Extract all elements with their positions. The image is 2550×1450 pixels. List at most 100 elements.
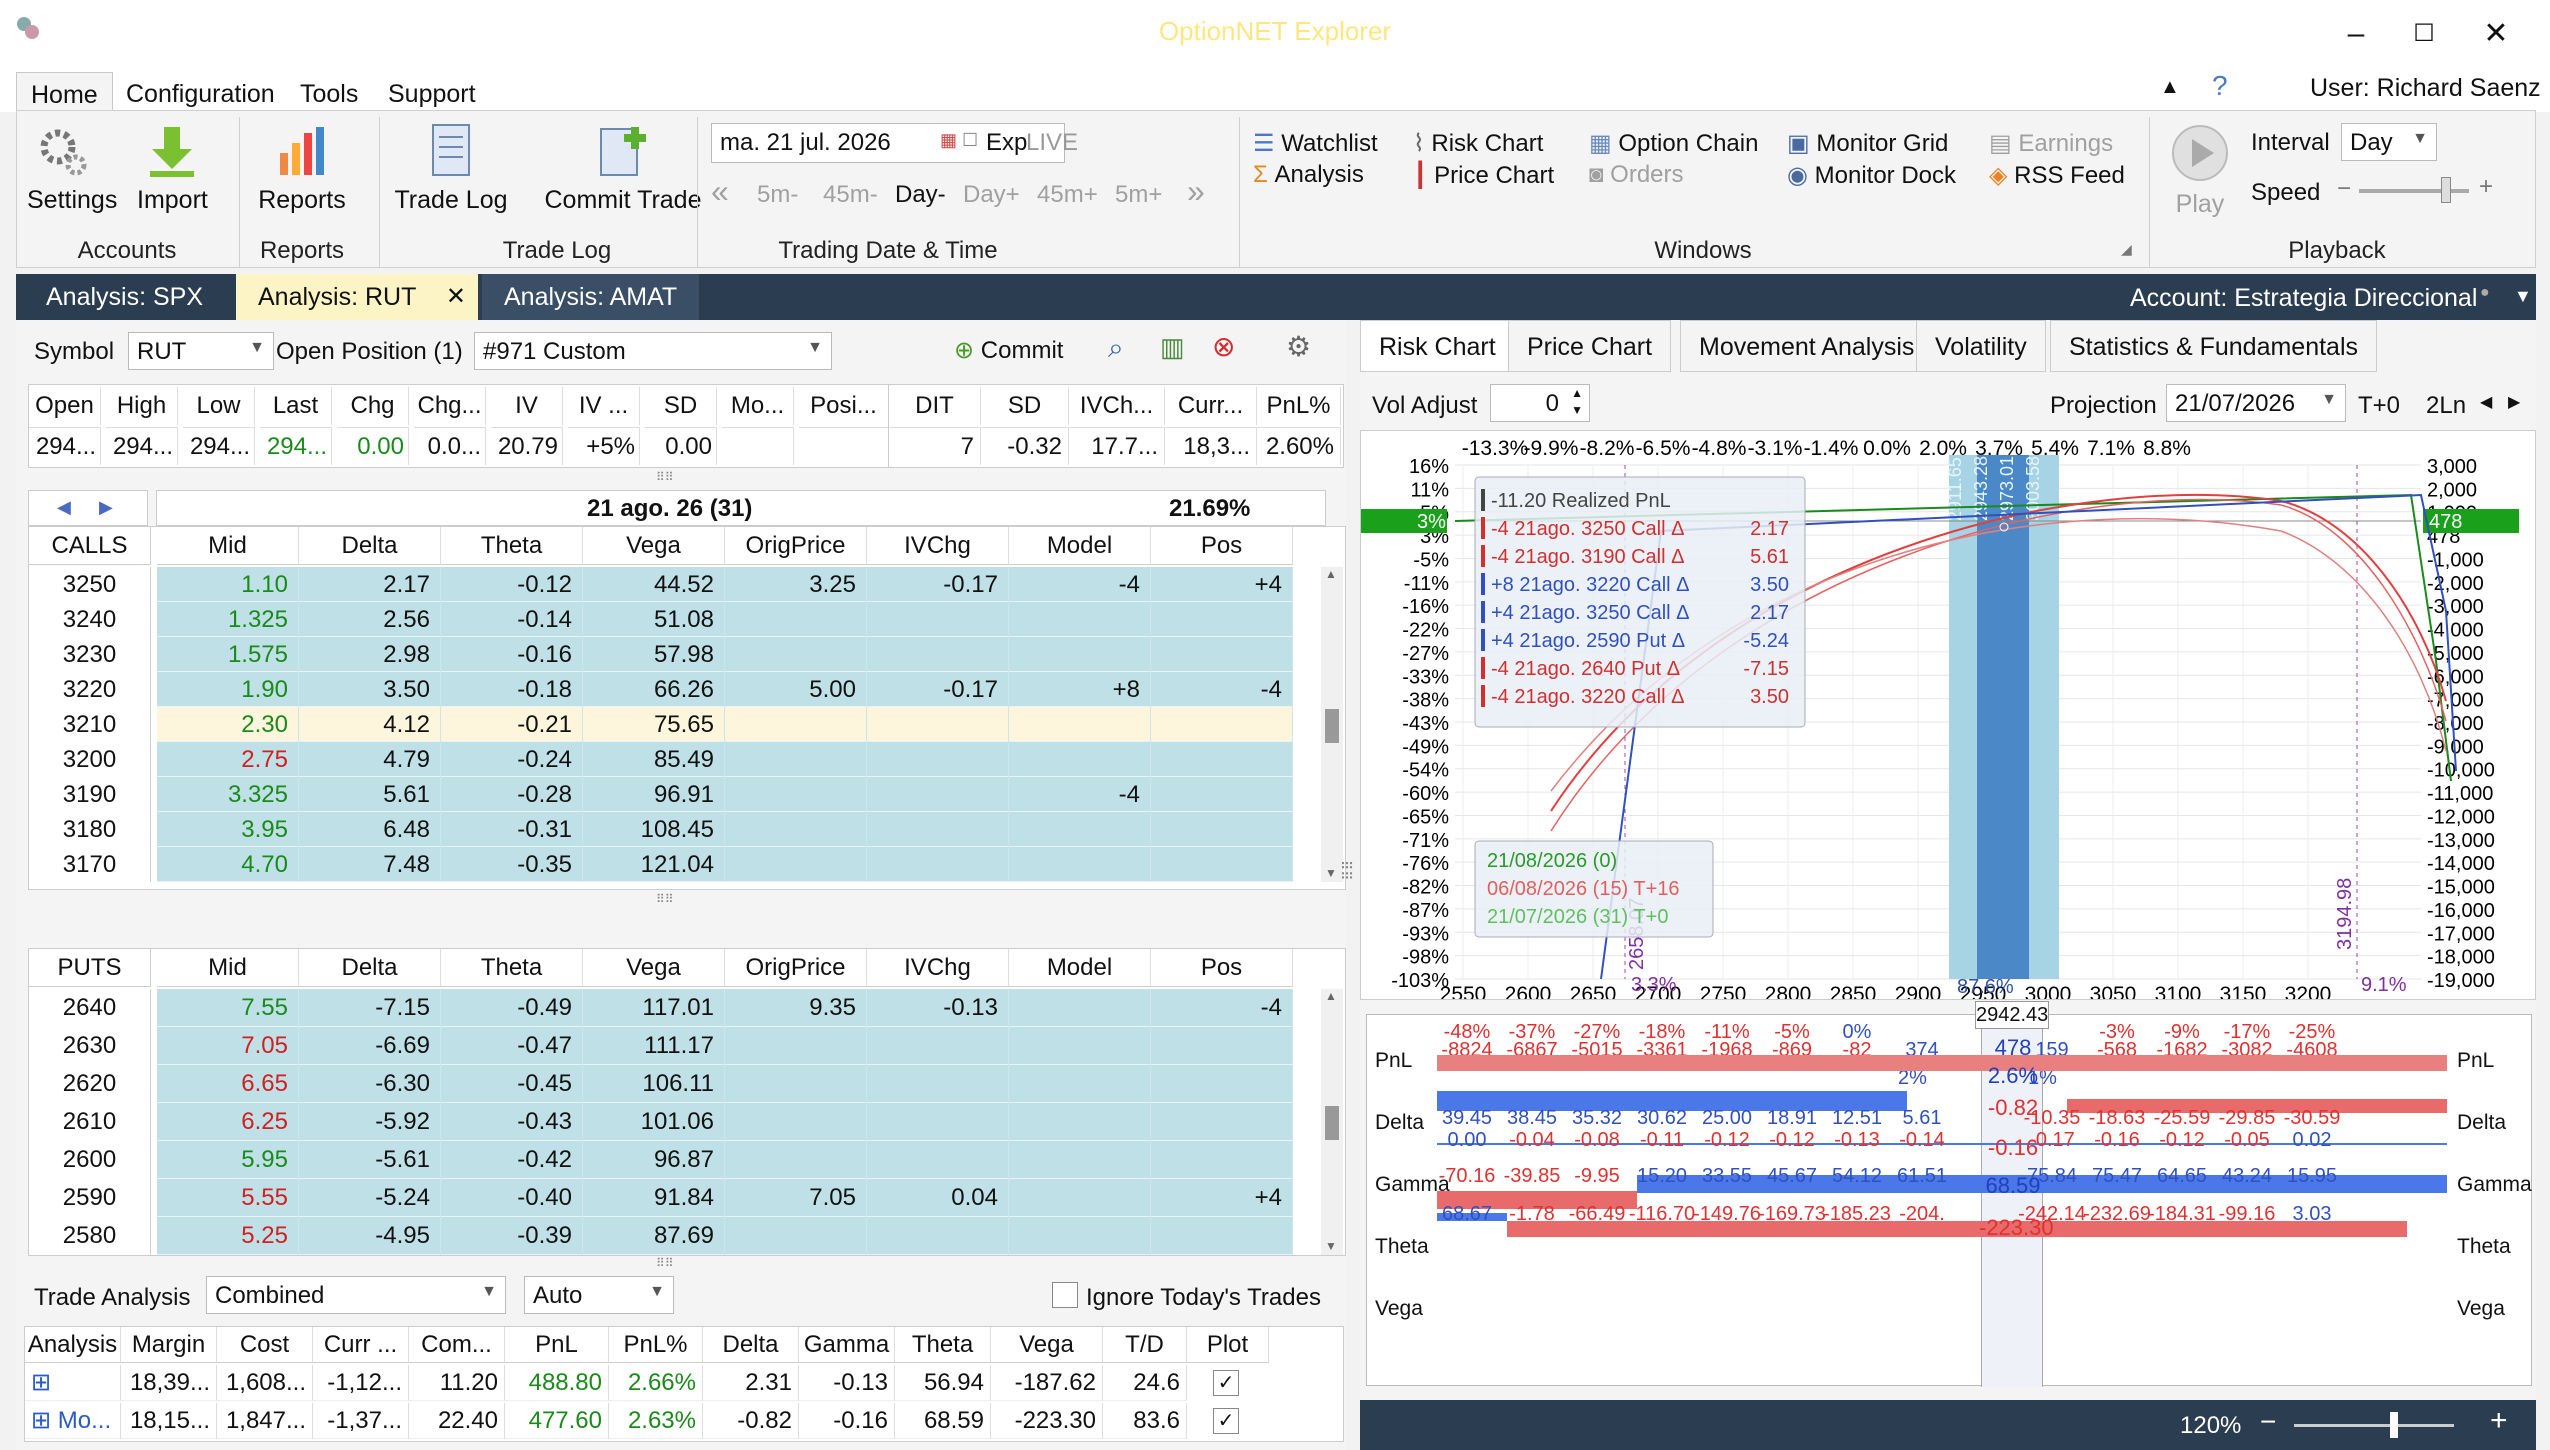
tab-statistics-fundamentals[interactable]: Statistics & Fundamentals xyxy=(2050,320,2378,372)
menu-home[interactable]: Home xyxy=(16,72,113,112)
monitor-dock-button[interactable]: ◉ Monitor Dock xyxy=(1787,161,1956,190)
risk-chart-button[interactable]: ⌇ Risk Chart xyxy=(1413,129,1543,158)
step-5m-plus[interactable]: 5m+ xyxy=(1115,181,1162,209)
table-row[interactable]: 1.90 3.50 -0.18 66.26 5.00 -0.17 +8 -4 xyxy=(157,672,1293,707)
vertical-splitter[interactable]: ⠿⠿ xyxy=(1338,860,1354,881)
plot-checkbox[interactable]: ✓ xyxy=(1213,1408,1239,1434)
step-day-plus[interactable]: Day+ xyxy=(963,181,1020,209)
scrollbar-thumb[interactable] xyxy=(1325,708,1339,743)
step-45m-minus[interactable]: 45m- xyxy=(823,181,878,209)
tab-analysis-rut[interactable]: Analysis: RUT ✕ xyxy=(236,274,478,320)
table-row[interactable]: 1.325 2.56 -0.14 51.08 xyxy=(157,602,1293,637)
zoom-slider-thumb[interactable] xyxy=(2390,1412,2398,1438)
plot-checkbox[interactable]: ✓ xyxy=(1213,1370,1239,1396)
table-row[interactable]: 3.95 6.48 -0.31 108.45 xyxy=(157,812,1293,847)
import-button[interactable]: Import xyxy=(137,123,208,215)
earnings-button[interactable]: ▤ Earnings xyxy=(1989,129,2113,158)
analysis-button[interactable]: Σ Analysis xyxy=(1253,161,1364,189)
ignore-today-checkbox[interactable] xyxy=(1052,1282,1078,1308)
splitter-handle[interactable]: ⠿⠿ xyxy=(656,470,674,484)
tab-analysis-amat[interactable]: Analysis: AMAT xyxy=(482,274,700,320)
commit-trade-button[interactable]: Commit Trade xyxy=(523,123,723,215)
speed-minus-icon[interactable]: − xyxy=(2337,175,2351,203)
step-45m-plus[interactable]: 45m+ xyxy=(1037,181,1098,209)
table-row[interactable]: 6.25 -5.92 -0.43 101.06 xyxy=(157,1103,1293,1141)
settings-icon[interactable]: ⚙ xyxy=(1286,330,1311,363)
columns-icon[interactable]: ▥ xyxy=(1160,332,1185,363)
zoom-slider[interactable] xyxy=(2294,1424,2454,1427)
lines-label[interactable]: 2Ln xyxy=(2426,392,2466,420)
table-row[interactable]: 5.55 -5.24 -0.40 91.84 7.05 0.04 +4 xyxy=(157,1179,1293,1217)
analysis-auto-select[interactable]: Auto ▼ xyxy=(524,1276,674,1314)
table-row[interactable]: 6.65 -6.30 -0.45 106.11 xyxy=(157,1065,1293,1103)
exp-checkbox[interactable]: ☐ xyxy=(962,130,978,151)
maximize-button[interactable]: ☐ xyxy=(2394,14,2454,54)
scroll-up-icon[interactable]: ▲ xyxy=(1325,567,1337,581)
table-row[interactable]: 7.05 -6.69 -0.47 111.17 xyxy=(157,1027,1293,1065)
symbol-select[interactable]: RUT ▼ xyxy=(128,332,274,370)
table-row[interactable]: 5.95 -5.61 -0.42 96.87 xyxy=(157,1141,1293,1179)
table-row[interactable]: 1.575 2.98 -0.16 57.98 xyxy=(157,637,1293,672)
menu-tools[interactable]: Tools xyxy=(286,72,372,112)
table-row[interactable]: 1.10 2.17 -0.12 44.52 3.25 -0.17 -4 +4 xyxy=(157,567,1293,602)
prev-expiry-icon[interactable]: ◀ xyxy=(57,497,71,518)
table-row[interactable]: 4.70 7.48 -0.35 121.04 xyxy=(157,847,1293,882)
table-row[interactable]: 5.25 -4.95 -0.39 87.69 xyxy=(157,1217,1293,1255)
vol-adjust-input[interactable]: 0 ▲ ▼ xyxy=(1490,384,1590,422)
menu-configuration[interactable]: Configuration xyxy=(112,72,289,112)
scrollbar-thumb[interactable] xyxy=(1325,1106,1339,1140)
next-icon[interactable]: ▶ xyxy=(2508,392,2520,412)
analysis-row-expander[interactable]: ⊞ Mo... xyxy=(25,1403,121,1439)
zoom-out-icon[interactable]: − xyxy=(2260,1406,2276,1438)
t0-label[interactable]: T+0 xyxy=(2358,392,2400,420)
monitor-grid-button[interactable]: ▣ Monitor Grid xyxy=(1787,129,1948,158)
zoom-in-icon[interactable]: + xyxy=(2490,1404,2508,1438)
play-button[interactable]: Play xyxy=(2165,123,2235,219)
next-expiry-icon[interactable]: ▶ xyxy=(99,497,113,518)
step-day-minus[interactable]: Day- xyxy=(895,181,946,209)
commit-button[interactable]: ⊕ Commit xyxy=(954,336,1063,365)
watchlist-button[interactable]: ☰ Watchlist xyxy=(1253,129,1378,158)
table-row[interactable]: 7.55 -7.15 -0.49 117.01 9.35 -0.13 -4 xyxy=(157,989,1293,1027)
calendar-icon[interactable]: ▦ xyxy=(940,130,957,151)
menu-support[interactable]: Support xyxy=(374,72,490,112)
windows-launcher-icon[interactable]: ◢ xyxy=(2121,241,2132,258)
scroll-up-icon[interactable]: ▲ xyxy=(1325,989,1337,1003)
prev-icon[interactable]: ◀ xyxy=(2480,392,2492,412)
analysis-mode-select[interactable]: Combined ▼ xyxy=(206,1276,506,1314)
orders-button[interactable]: ◙ Orders xyxy=(1589,161,1684,189)
reports-button[interactable]: Reports xyxy=(257,123,347,215)
tab-analysis-spx[interactable]: Analysis: SPX xyxy=(24,274,225,320)
vertical-scrollbar[interactable]: ▲ ▼ xyxy=(1321,989,1343,1255)
step-back-icon[interactable]: « xyxy=(711,173,729,210)
table-row[interactable]: 3.325 5.61 -0.28 96.91 -4 xyxy=(157,777,1293,812)
step-5m-minus[interactable]: 5m- xyxy=(757,181,798,209)
collapse-ribbon-icon[interactable]: ▲ xyxy=(2160,76,2180,99)
close-tab-icon[interactable]: ✕ xyxy=(446,274,466,320)
tab-volatility[interactable]: Volatility xyxy=(1916,320,2046,372)
close-window-button[interactable]: ✕ xyxy=(2466,14,2526,54)
delete-icon[interactable]: ⊗ xyxy=(1212,330,1235,363)
account-dropdown-icon[interactable]: ▼ xyxy=(2514,286,2532,307)
tab-price-chart[interactable]: Price Chart xyxy=(1508,320,1672,372)
option-chain-button[interactable]: ▦ Option Chain xyxy=(1589,129,1758,158)
rss-feed-button[interactable]: ◈ RSS Feed xyxy=(1989,161,2125,190)
help-icon[interactable]: ? xyxy=(2212,70,2228,102)
speed-slider-thumb[interactable] xyxy=(2441,177,2451,203)
trading-date-field[interactable]: ma. 21 jul. 2026 ▦ ☐ Exp LIVE xyxy=(711,123,1078,163)
search-icon[interactable]: ⌕ xyxy=(1108,332,1124,365)
step-forward-icon[interactable]: » xyxy=(1187,173,1205,210)
settings-button[interactable]: Settings xyxy=(27,123,117,215)
vertical-scrollbar[interactable]: ▲ ▼ xyxy=(1321,567,1343,882)
table-row[interactable]: 2.30 4.12 -0.21 75.65 xyxy=(157,707,1293,742)
tab-risk-chart[interactable]: Risk Chart xyxy=(1360,320,1515,372)
speed-plus-icon[interactable]: + xyxy=(2479,173,2493,201)
minimize-button[interactable]: – xyxy=(2326,14,2386,54)
interval-select[interactable]: Day ▼ xyxy=(2341,123,2437,161)
scroll-down-icon[interactable]: ▼ xyxy=(1325,1239,1337,1253)
splitter-handle[interactable]: ⠿⠿ xyxy=(656,892,674,906)
scroll-down-icon[interactable]: ▼ xyxy=(1325,866,1337,880)
projection-date[interactable]: 21/07/2026 ▼ xyxy=(2166,384,2346,422)
position-select[interactable]: #971 Custom ▼ xyxy=(474,332,832,370)
trade-log-button[interactable]: Trade Log xyxy=(391,123,511,215)
